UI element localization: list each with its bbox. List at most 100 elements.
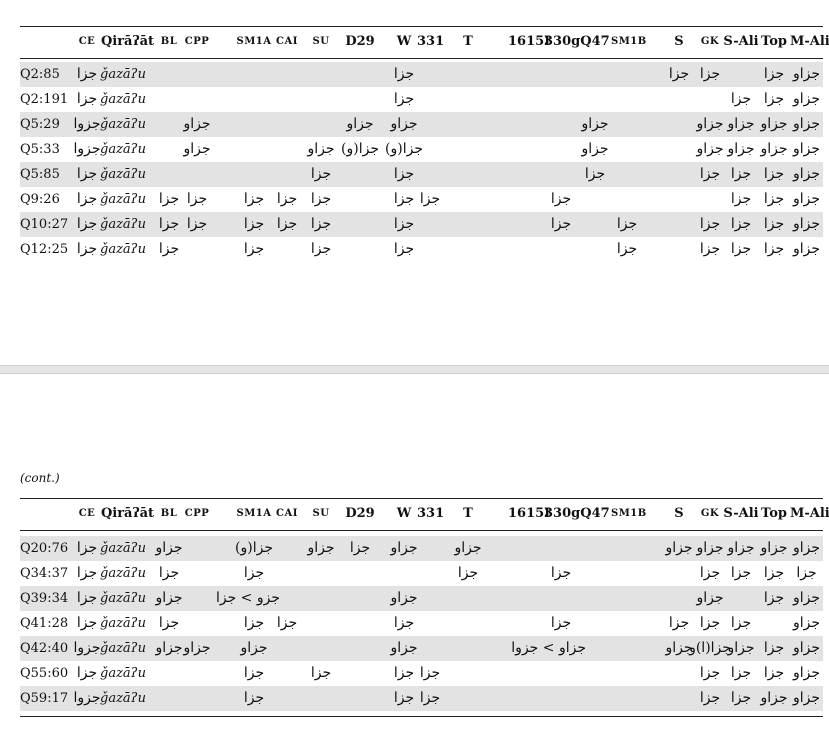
- table-row: Q9:26 جزا ǧazāʔu جزا جزا جزا جزا جزا جزا جزا جزا جز…: [20, 187, 823, 212]
- cell-c330: جزا: [550, 565, 572, 581]
- cell-c330: جزا: [550, 216, 572, 232]
- cell-w: جزاو: [390, 590, 418, 606]
- cell-qiraat: ǧazāʔu: [100, 92, 147, 107]
- cell-mali: جزاو: [792, 241, 821, 257]
- cell-ref: Q55:60: [20, 666, 69, 681]
- cell-qiraat: ǧazāʔu: [100, 217, 147, 232]
- column-header-gk: gk: [700, 36, 720, 47]
- cell-ref: Q39:34: [20, 591, 69, 606]
- cell-c331: جزا: [419, 191, 441, 207]
- cell-mali: جزاو: [792, 690, 821, 706]
- column-header-c330: 330g: [544, 506, 581, 521]
- cell-gk: جزاو: [696, 590, 724, 606]
- cell-qiraat: ǧazāʔu: [100, 167, 147, 182]
- column-header-ce: ce: [78, 36, 96, 47]
- column-header-q47: Q47: [580, 506, 610, 521]
- cell-qiraat: ǧazāʔu: [100, 641, 147, 656]
- column-header-ref: [20, 27, 72, 57]
- cell-ref: Q59:17: [20, 691, 69, 706]
- cell-c330: جزا: [550, 615, 572, 631]
- cell-bl: جزا: [158, 565, 180, 581]
- table-header-row: ce Qirāʔāt bl cpp sm1a cai su D29 W 331 T 1615I 330g…: [20, 499, 829, 529]
- cell-qiraat: ǧazāʔu: [100, 566, 147, 581]
- cell-su: جزا: [310, 665, 332, 681]
- table-row: Q41:28 جزا ǧazāʔu جزا جزا جزا جزا جزا جزا جزا جزا ج…: [20, 611, 823, 636]
- cell-su: جزاو: [307, 141, 335, 157]
- cell-qiraat: ǧazāʔu: [100, 691, 147, 706]
- cell-q47: جزا: [584, 166, 606, 182]
- table-row: Q59:17 جزوا ǧazāʔu جزا جزا جزا جزا جزا جزاو جزاو: [20, 686, 823, 711]
- column-header-ce: ce: [78, 508, 96, 519]
- column-header-sm1a: sm1a: [236, 508, 272, 519]
- cell-w: جزاو: [390, 116, 418, 132]
- cell-qiraat: ǧazāʔu: [100, 192, 147, 207]
- column-header-w: W: [396, 506, 412, 521]
- column-header-su: su: [312, 508, 330, 519]
- cell-qiraat: ǧazāʔu: [100, 666, 147, 681]
- cell-sm1a: جزا: [243, 690, 265, 706]
- cell-ref: Q5:33: [20, 142, 60, 157]
- column-header-w: W: [396, 34, 412, 49]
- table-row: Q2:85 جزا ǧazāʔu جزا جزا جزا جزا جزاو: [20, 62, 823, 87]
- cell-su: جزا: [310, 191, 332, 207]
- table-row: Q55:60 جزا ǧazāʔu جزا جزا جزا جزا جزا جزا جزا جزاو: [20, 661, 823, 686]
- page-break: [0, 365, 829, 374]
- column-header-cai: cai: [276, 508, 298, 519]
- column-header-d29: D29: [345, 506, 375, 521]
- header-bottom-rule: [20, 530, 823, 531]
- table-page-2: (cont.) ce Qirāʔāt bl cpp sm1a cai su D29 W 331 T 1…: [0, 374, 829, 729]
- cell-gk: جزا: [699, 66, 721, 82]
- column-header-t: T: [463, 34, 473, 49]
- cell-ref: Q9:26: [20, 192, 60, 207]
- column-header-top: Top: [761, 34, 787, 49]
- cell-w: جزا: [393, 166, 415, 182]
- cell-qiraat: ǧazāʔu: [100, 616, 147, 631]
- cell-d29: جزا(و): [341, 141, 379, 157]
- column-header-bl: bl: [160, 36, 178, 47]
- cell-su: جزا: [310, 241, 332, 257]
- column-header-s: S: [674, 506, 684, 521]
- cell-mali: جزاو: [792, 141, 821, 157]
- column-header-cpp: cpp: [184, 36, 210, 47]
- cell-mali: جزاو: [792, 590, 821, 606]
- column-header-q47: Q47: [580, 34, 610, 49]
- cell-su: جزاو: [307, 540, 335, 556]
- column-header-c330: 330g: [544, 34, 581, 49]
- column-header-mali: M-Ali: [790, 506, 829, 521]
- column-header-top: Top: [761, 506, 787, 521]
- cell-w: جزا: [393, 615, 415, 631]
- cell-sm1b: جزا: [616, 241, 638, 257]
- column-header-sali: S-Ali: [723, 506, 759, 521]
- cell-ref: Q12:25: [20, 242, 69, 257]
- table-row: Q20:76 جزا ǧazāʔu جزاو جزا(و) جزاو جزا جزاو جزاو…: [20, 536, 823, 561]
- cell-ref: Q2:85: [20, 67, 60, 82]
- cell-w: جزاو: [390, 640, 418, 656]
- cell-sm1b: جزا: [616, 216, 638, 232]
- cell-w: جزا: [393, 216, 415, 232]
- table-row: Q5:29 جزوا ǧazāʔu جزاو جزاو جزاو جزاو جزاو جزاو ج…: [20, 112, 823, 137]
- cell-c330: جزاو > جزوا: [511, 640, 586, 656]
- cell-c331: جزا: [419, 690, 441, 706]
- cell-ref: Q42:40: [20, 641, 69, 656]
- column-header-qiraat: Qirāʔāt: [100, 506, 155, 521]
- cell-ref: Q41:28: [20, 616, 69, 631]
- cell-qiraat: ǧazāʔu: [100, 541, 147, 556]
- column-header-s: S: [674, 34, 684, 49]
- cell-qiraat: ǧazāʔu: [100, 67, 147, 82]
- cell-sm1a: جزا: [243, 565, 265, 581]
- column-header-d29: D29: [345, 34, 375, 49]
- column-header-t: T: [463, 506, 473, 521]
- cell-q47: جزاو: [581, 116, 609, 132]
- cell-qiraat: ǧazāʔu: [100, 142, 147, 157]
- cell-ref: Q20:76: [20, 541, 69, 556]
- cell-t: جزاو: [454, 540, 482, 556]
- cell-mali: جزاو: [792, 66, 821, 82]
- column-header-cpp: cpp: [184, 508, 210, 519]
- cell-sm1a: جزاو: [240, 640, 268, 656]
- cell-cpp: جزاو: [183, 141, 211, 157]
- column-header-c1615: 1615I: [508, 34, 551, 49]
- cell-qiraat: ǧazāʔu: [100, 591, 147, 606]
- cell-d29: جزاو: [346, 116, 374, 132]
- column-header-sm1b: sm1b: [611, 508, 647, 519]
- cell-mali: جزاو: [792, 665, 821, 681]
